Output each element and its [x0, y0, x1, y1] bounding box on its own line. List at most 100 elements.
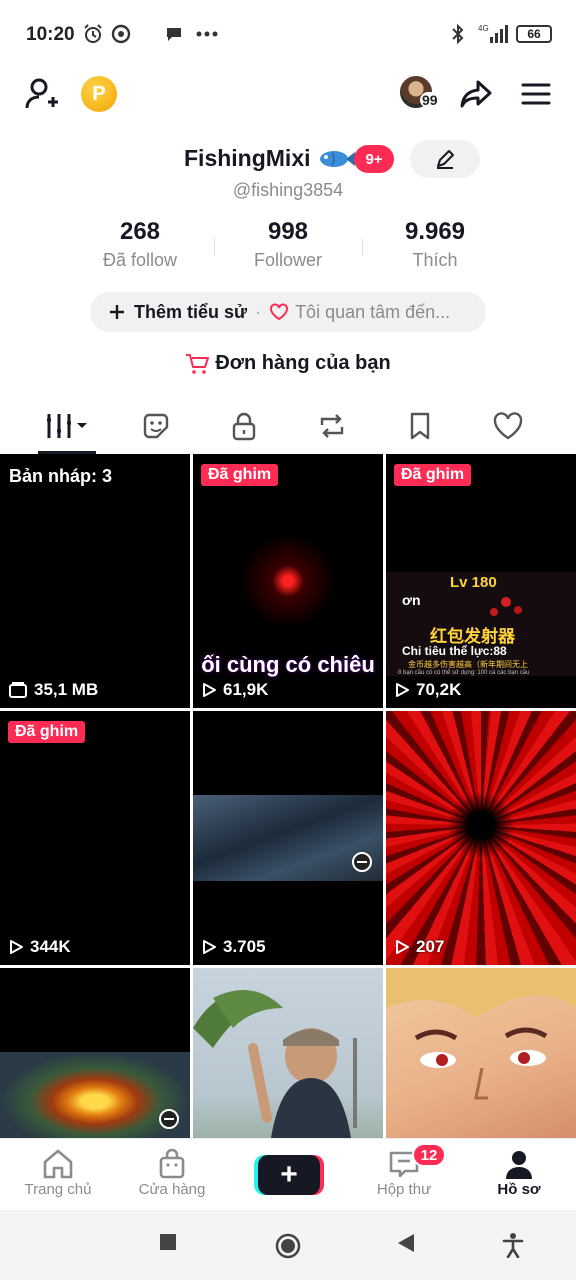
orders-link[interactable]: Đơn hàng của bạn — [0, 352, 576, 375]
profile-handle: @fishing3854 — [232, 180, 344, 200]
view-count-value: 3.705 — [223, 937, 266, 956]
add-user-icon[interactable] — [22, 74, 62, 114]
plus-icon — [110, 305, 124, 319]
cart-icon — [186, 353, 210, 374]
watermark-icon — [351, 851, 373, 878]
accessibility-icon[interactable] — [502, 1232, 524, 1258]
at-icon — [110, 22, 132, 46]
bio-separator: · — [255, 301, 262, 322]
private-lock-icon[interactable] — [219, 406, 269, 446]
play-icon — [396, 683, 409, 697]
alarm-icon — [82, 22, 104, 46]
bluetooth-icon — [450, 22, 466, 46]
view-count-value: 70,2K — [416, 680, 462, 699]
video-tile[interactable] — [193, 968, 383, 1138]
view-count: 344K — [8, 937, 71, 957]
stat-followers-value: 998 — [267, 218, 309, 245]
status-time: 10:20 — [26, 24, 75, 45]
view-count-value: 344K — [30, 937, 71, 956]
video-tile[interactable]: Đã ghim Lv 180 ơn 红包发射器 Chi tiêu thể lực… — [386, 454, 576, 708]
signal-icon: 4G — [476, 22, 510, 46]
home-circle-icon[interactable] — [274, 1232, 302, 1260]
stat-likes-label: Thích — [412, 250, 458, 270]
menu-icon[interactable] — [516, 74, 556, 114]
battery-icon: 66 — [516, 25, 552, 43]
nav-home[interactable]: Trang chủ — [8, 1147, 108, 1198]
nav-home-label: Trang chủ — [24, 1181, 92, 1198]
bio-bar[interactable]: Thêm tiểu sử · Tôi quan tâm đến... — [90, 292, 486, 332]
home-icon — [8, 1147, 108, 1181]
nav-shop-label: Cửa hàng — [138, 1181, 206, 1198]
notification-badge[interactable]: 9+ — [354, 145, 394, 173]
stat-following-label: Đã follow — [102, 250, 178, 270]
edit-profile-button[interactable] — [410, 140, 480, 178]
liked-heart-icon[interactable] — [483, 406, 533, 446]
view-count: 3.705 — [201, 937, 266, 957]
pencil-icon — [437, 150, 454, 169]
interests-label: Tôi quan tâm đến... — [295, 301, 451, 322]
drafts-tile[interactable]: Bản nháp: 3 35,1 MB — [0, 454, 190, 708]
nav-profile-label: Hồ sơ — [497, 1181, 541, 1198]
drafts-label: Bản nháp: 3 — [9, 466, 113, 486]
video-tile[interactable]: 3.705 — [193, 711, 383, 965]
play-icon — [203, 940, 216, 954]
interests-button[interactable]: Tôi quan tâm đến... — [269, 302, 450, 323]
stat-following[interactable]: 268 Đã follow — [60, 218, 220, 271]
avatar[interactable]: 99 — [398, 74, 440, 114]
more-dots-icon — [196, 22, 218, 46]
play-icon — [203, 683, 216, 697]
game-name: ơn — [402, 592, 421, 608]
coin-icon[interactable]: P — [81, 76, 117, 112]
view-count: 207 — [394, 937, 444, 957]
profile-name: FishingMixi — [184, 145, 311, 171]
nav-shop[interactable]: Cửa hàng — [122, 1147, 222, 1198]
nav-profile[interactable]: Hồ sơ — [469, 1147, 569, 1198]
share-icon[interactable] — [456, 74, 496, 114]
stat-followers[interactable]: 998 Follower — [208, 218, 368, 271]
back-triangle-icon[interactable] — [396, 1232, 416, 1254]
system-nav-bar — [0, 1210, 576, 1280]
inbox-badge: 12 — [412, 1143, 446, 1167]
videos-grid-icon[interactable] — [42, 406, 92, 446]
video-tile[interactable] — [0, 968, 190, 1138]
video-tile[interactable]: Đã ghim 344K — [0, 711, 190, 965]
profile-tabs — [0, 402, 576, 454]
fish-emoji-icon — [318, 146, 356, 172]
shop-bag-icon — [122, 1147, 222, 1181]
stat-following-value: 268 — [119, 218, 161, 245]
stat-likes-value: 9.969 — [404, 218, 466, 245]
video-tile[interactable] — [386, 968, 576, 1138]
watermark-icon — [158, 1108, 180, 1135]
favorites-sticker-icon[interactable] — [131, 406, 181, 446]
play-icon — [396, 940, 409, 954]
stat-followers-label: Follower — [253, 250, 323, 270]
pinned-badge: Đã ghim — [201, 464, 279, 486]
view-count: 61,9K — [201, 680, 268, 700]
add-bio-button[interactable]: Thêm tiểu sử — [108, 302, 247, 323]
video-caption-overlay: ối cùng có chiêu — [201, 652, 375, 677]
network-label: 4G — [478, 24, 489, 33]
view-count-value: 207 — [416, 937, 445, 956]
chat-icon — [164, 22, 184, 46]
drafts-size: 35,1 MB — [8, 680, 98, 700]
storage-icon — [9, 682, 27, 698]
profile-person-icon — [469, 1147, 569, 1181]
video-tile[interactable]: 207 — [386, 711, 576, 965]
view-count-value: 61,9K — [223, 680, 269, 699]
repost-icon[interactable] — [307, 406, 357, 446]
nav-inbox[interactable]: 12 Hộp thư — [354, 1143, 454, 1198]
recents-square-icon[interactable] — [158, 1232, 178, 1252]
item-sprite — [486, 592, 526, 627]
status-bar: 10:20 4G 66 — [0, 0, 576, 68]
saved-bookmark-icon[interactable] — [395, 406, 445, 446]
nav-inbox-label: Hộp thư — [376, 1181, 432, 1198]
stat-likes[interactable]: 9.969 Thích — [355, 218, 515, 271]
add-bio-label: Thêm tiểu sử — [134, 301, 248, 322]
profile-stats: 268 Đã follow 998 Follower 9.969 Thích — [0, 218, 576, 274]
bottom-nav: Trang chủ Cửa hàng + 12 Hộp thư Hồ sơ — [0, 1138, 576, 1210]
top-nav: P 99 — [0, 68, 576, 122]
create-button[interactable]: + — [258, 1155, 320, 1195]
video-tile[interactable]: Đã ghim ối cùng có chiêu 61,9K — [193, 454, 383, 708]
video-grid: Bản nháp: 3 35,1 MB Đã ghim ối cùng có c… — [0, 454, 576, 1138]
game-desc: 金币越多伤害越高（新年期间无上 — [408, 660, 528, 669]
